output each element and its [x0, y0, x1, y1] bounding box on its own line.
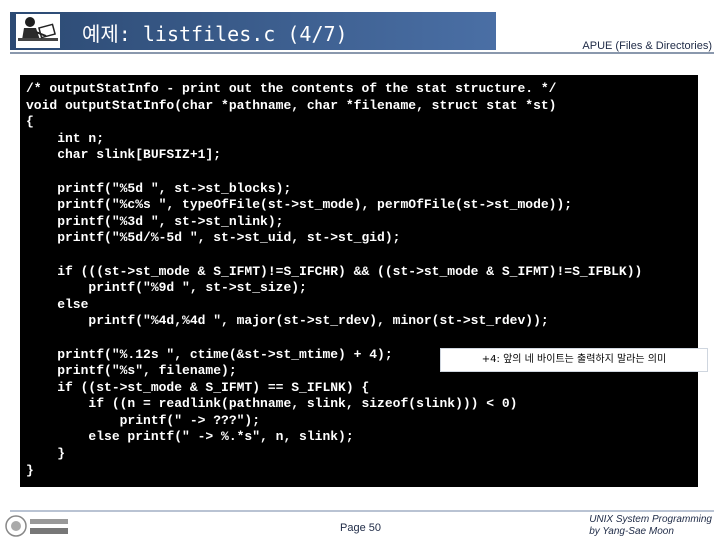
annotation-callout: +4: 앞의 네 바이트는 출력하지 말라는 의미 [440, 348, 708, 372]
code-line: printf("%9d ", st->st_size); [26, 280, 307, 296]
code-line: } [26, 446, 66, 462]
footer-author: by Yang-Sae Moon [589, 526, 674, 537]
code-block: /* outputStatInfo - print out the conten… [20, 75, 698, 487]
code-line: } [26, 462, 34, 478]
code-line: void outputStatInfo(char *pathname, char… [26, 97, 557, 113]
code-line: char slink[BUFSIZ+1]; [26, 147, 222, 163]
code-line: printf("%c%s ", typeOfFile(st->st_mode),… [26, 197, 573, 213]
page-title: 예제: listfiles.c (4/7) [82, 22, 348, 46]
code-line: printf("%5d ", st->st_blocks); [26, 180, 292, 196]
course-section-label: APUE (Files & Directories) [582, 40, 712, 52]
page-number: Page 50 [340, 522, 381, 534]
code-line: int n; [26, 130, 105, 146]
code-line: if (((st->st_mode & S_IFMT)!=S_IFCHR) &&… [26, 263, 643, 279]
code-line: printf("%5d/%-5d ", st->st_uid, st->st_g… [26, 230, 401, 246]
code-line: { [26, 114, 34, 130]
code-line: printf("%s", filename); [26, 363, 237, 379]
code-line: printf("%3d ", st->st_nlink); [26, 213, 284, 229]
code-line: else [26, 296, 89, 312]
footer-course: UNIX System Programming [589, 514, 712, 525]
code-listing: /* outputStatInfo - print out the conten… [26, 81, 642, 479]
student-at-desk-icon [16, 14, 60, 48]
code-line: else printf(" -> %.*s", n, slink); [26, 429, 354, 445]
header-divider [10, 52, 714, 54]
code-line: printf(" -> ???"); [26, 412, 261, 428]
title-bar: 예제: listfiles.c (4/7) [10, 12, 496, 50]
code-line: if ((st->st_mode & S_IFMT) == S_IFLNK) { [26, 379, 370, 395]
code-line: printf("%4d,%4d ", major(st->st_rdev), m… [26, 313, 549, 329]
footer-credit: UNIX System Programming by Yang-Sae Moon [589, 514, 712, 538]
university-logo [4, 514, 72, 538]
code-line: /* outputStatInfo - print out the conten… [26, 81, 557, 96]
code-line: if ((n = readlink(pathname, slink, sizeo… [26, 396, 518, 412]
footer-divider [10, 510, 714, 512]
code-line: printf("%.12s ", ctime(&st->st_mtime) + … [26, 346, 393, 362]
